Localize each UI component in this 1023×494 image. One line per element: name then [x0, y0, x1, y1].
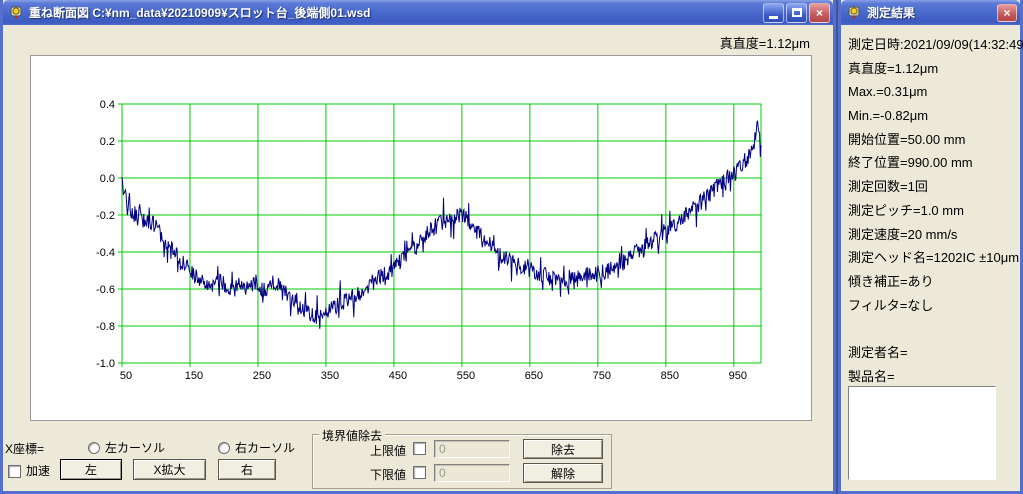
svg-text:-0.4: -0.4: [96, 247, 115, 259]
svg-text:350: 350: [321, 370, 339, 382]
result-line: フィルタ=なし: [848, 294, 1020, 318]
result-line: 開始位置=50.00 mm: [848, 128, 1020, 152]
svg-text:-1.0: -1.0: [96, 358, 115, 370]
svg-text:550: 550: [457, 370, 475, 382]
chart-area[interactable]: 50 150 250 350 450 550 650 750 850 950 0.4 0.2 0.0 -0…: [30, 55, 812, 421]
result-panel: 測定結果 × 測定日時:2021/09/09(14:32:49) 真直度=1.1…: [838, 0, 1023, 494]
maximize-icon: [792, 8, 802, 17]
svg-text:650: 650: [525, 370, 543, 382]
panel-titlebar[interactable]: 測定結果 ×: [841, 0, 1020, 25]
move-left-button[interactable]: 左: [60, 459, 122, 480]
svg-text:-0.2: -0.2: [96, 210, 115, 222]
panel-close-icon: ×: [1003, 6, 1010, 20]
left-cursor-radio-circle[interactable]: [88, 442, 100, 454]
chart-svg: 50 150 250 350 450 550 650 750 850 950 0.4 0.2 0.0 -0…: [31, 56, 811, 420]
notes-box[interactable]: [848, 386, 996, 480]
lower-limit-input[interactable]: 0: [434, 464, 510, 482]
accel-checkbox-box[interactable]: [8, 465, 21, 478]
boundary-removal-group: 境界値除去 上限値 0 除去 下限値 0 解除: [312, 434, 612, 489]
upper-limit-label: 上限値: [370, 442, 406, 459]
panel-close-button[interactable]: ×: [997, 4, 1017, 22]
svg-text:250: 250: [253, 370, 271, 382]
result-line: 終了位置=990.00 mm: [848, 151, 1020, 175]
result-line: 測定ヘッド名=1202IC ±10μm: [848, 246, 1020, 270]
window-title: 重ね断面図 C:¥nm_data¥20210909¥スロット台_後端側01.ws…: [29, 4, 763, 21]
close-icon: ×: [816, 6, 823, 20]
maximize-button[interactable]: [786, 3, 807, 23]
svg-text:0.2: 0.2: [100, 136, 115, 148]
panel-title: 測定結果: [867, 4, 997, 21]
svg-text:950: 950: [729, 370, 747, 382]
x-coord-label: X座標=: [5, 440, 44, 457]
main-window: 重ね断面図 C:¥nm_data¥20210909¥スロット台_後端側01.ws…: [0, 0, 836, 494]
upper-limit-input[interactable]: 0: [434, 440, 510, 458]
svg-text:850: 850: [661, 370, 679, 382]
svg-text:-0.6: -0.6: [96, 284, 115, 296]
remove-button[interactable]: 除去: [523, 439, 603, 459]
release-button[interactable]: 解除: [523, 463, 603, 483]
left-cursor-radio[interactable]: 左カーソル: [88, 439, 165, 456]
result-line: 傾き補正=あり: [848, 270, 1020, 294]
result-line: 測定回数=1回: [848, 175, 1020, 199]
straightness-value: 真直度=1.12μm: [720, 33, 810, 52]
right-cursor-radio-circle[interactable]: [218, 442, 230, 454]
x-zoom-button[interactable]: X拡大: [133, 459, 206, 480]
operator-name-line: 測定者名=: [848, 341, 1020, 365]
svg-text:50: 50: [120, 370, 132, 382]
move-right-button[interactable]: 右: [218, 459, 276, 480]
accel-checkbox[interactable]: 加速: [8, 462, 50, 479]
result-line: 真直度=1.12μm: [848, 57, 1020, 81]
right-cursor-radio[interactable]: 右カーソル: [218, 439, 295, 456]
svg-text:750: 750: [593, 370, 611, 382]
svg-text:0.4: 0.4: [100, 99, 115, 111]
minimize-button[interactable]: [763, 3, 784, 23]
upper-limit-checkbox[interactable]: [413, 442, 426, 455]
svg-text:450: 450: [389, 370, 407, 382]
result-lines: 測定日時:2021/09/09(14:32:49) 真直度=1.12μm Max…: [841, 25, 1020, 389]
main-titlebar[interactable]: 重ね断面図 C:¥nm_data¥20210909¥スロット台_後端側01.ws…: [3, 0, 833, 25]
lower-limit-label: 下限値: [370, 466, 406, 483]
result-line: 測定ピッチ=1.0 mm: [848, 199, 1020, 223]
result-line: 測定速度=20 mm/s: [848, 223, 1020, 247]
result-line: 測定日時:2021/09/09(14:32:49): [848, 33, 1020, 57]
result-line: Max.=0.31μm: [848, 80, 1020, 104]
lower-limit-checkbox[interactable]: [413, 466, 426, 479]
result-line: Min.=-0.82μm: [848, 104, 1020, 128]
svg-text:-0.8: -0.8: [96, 321, 115, 333]
app-icon: [8, 5, 24, 21]
minimize-icon: [769, 16, 778, 19]
app-icon-small: [846, 5, 862, 21]
svg-text:150: 150: [185, 370, 203, 382]
close-button[interactable]: ×: [809, 3, 830, 23]
svg-text:0.0: 0.0: [100, 173, 115, 185]
